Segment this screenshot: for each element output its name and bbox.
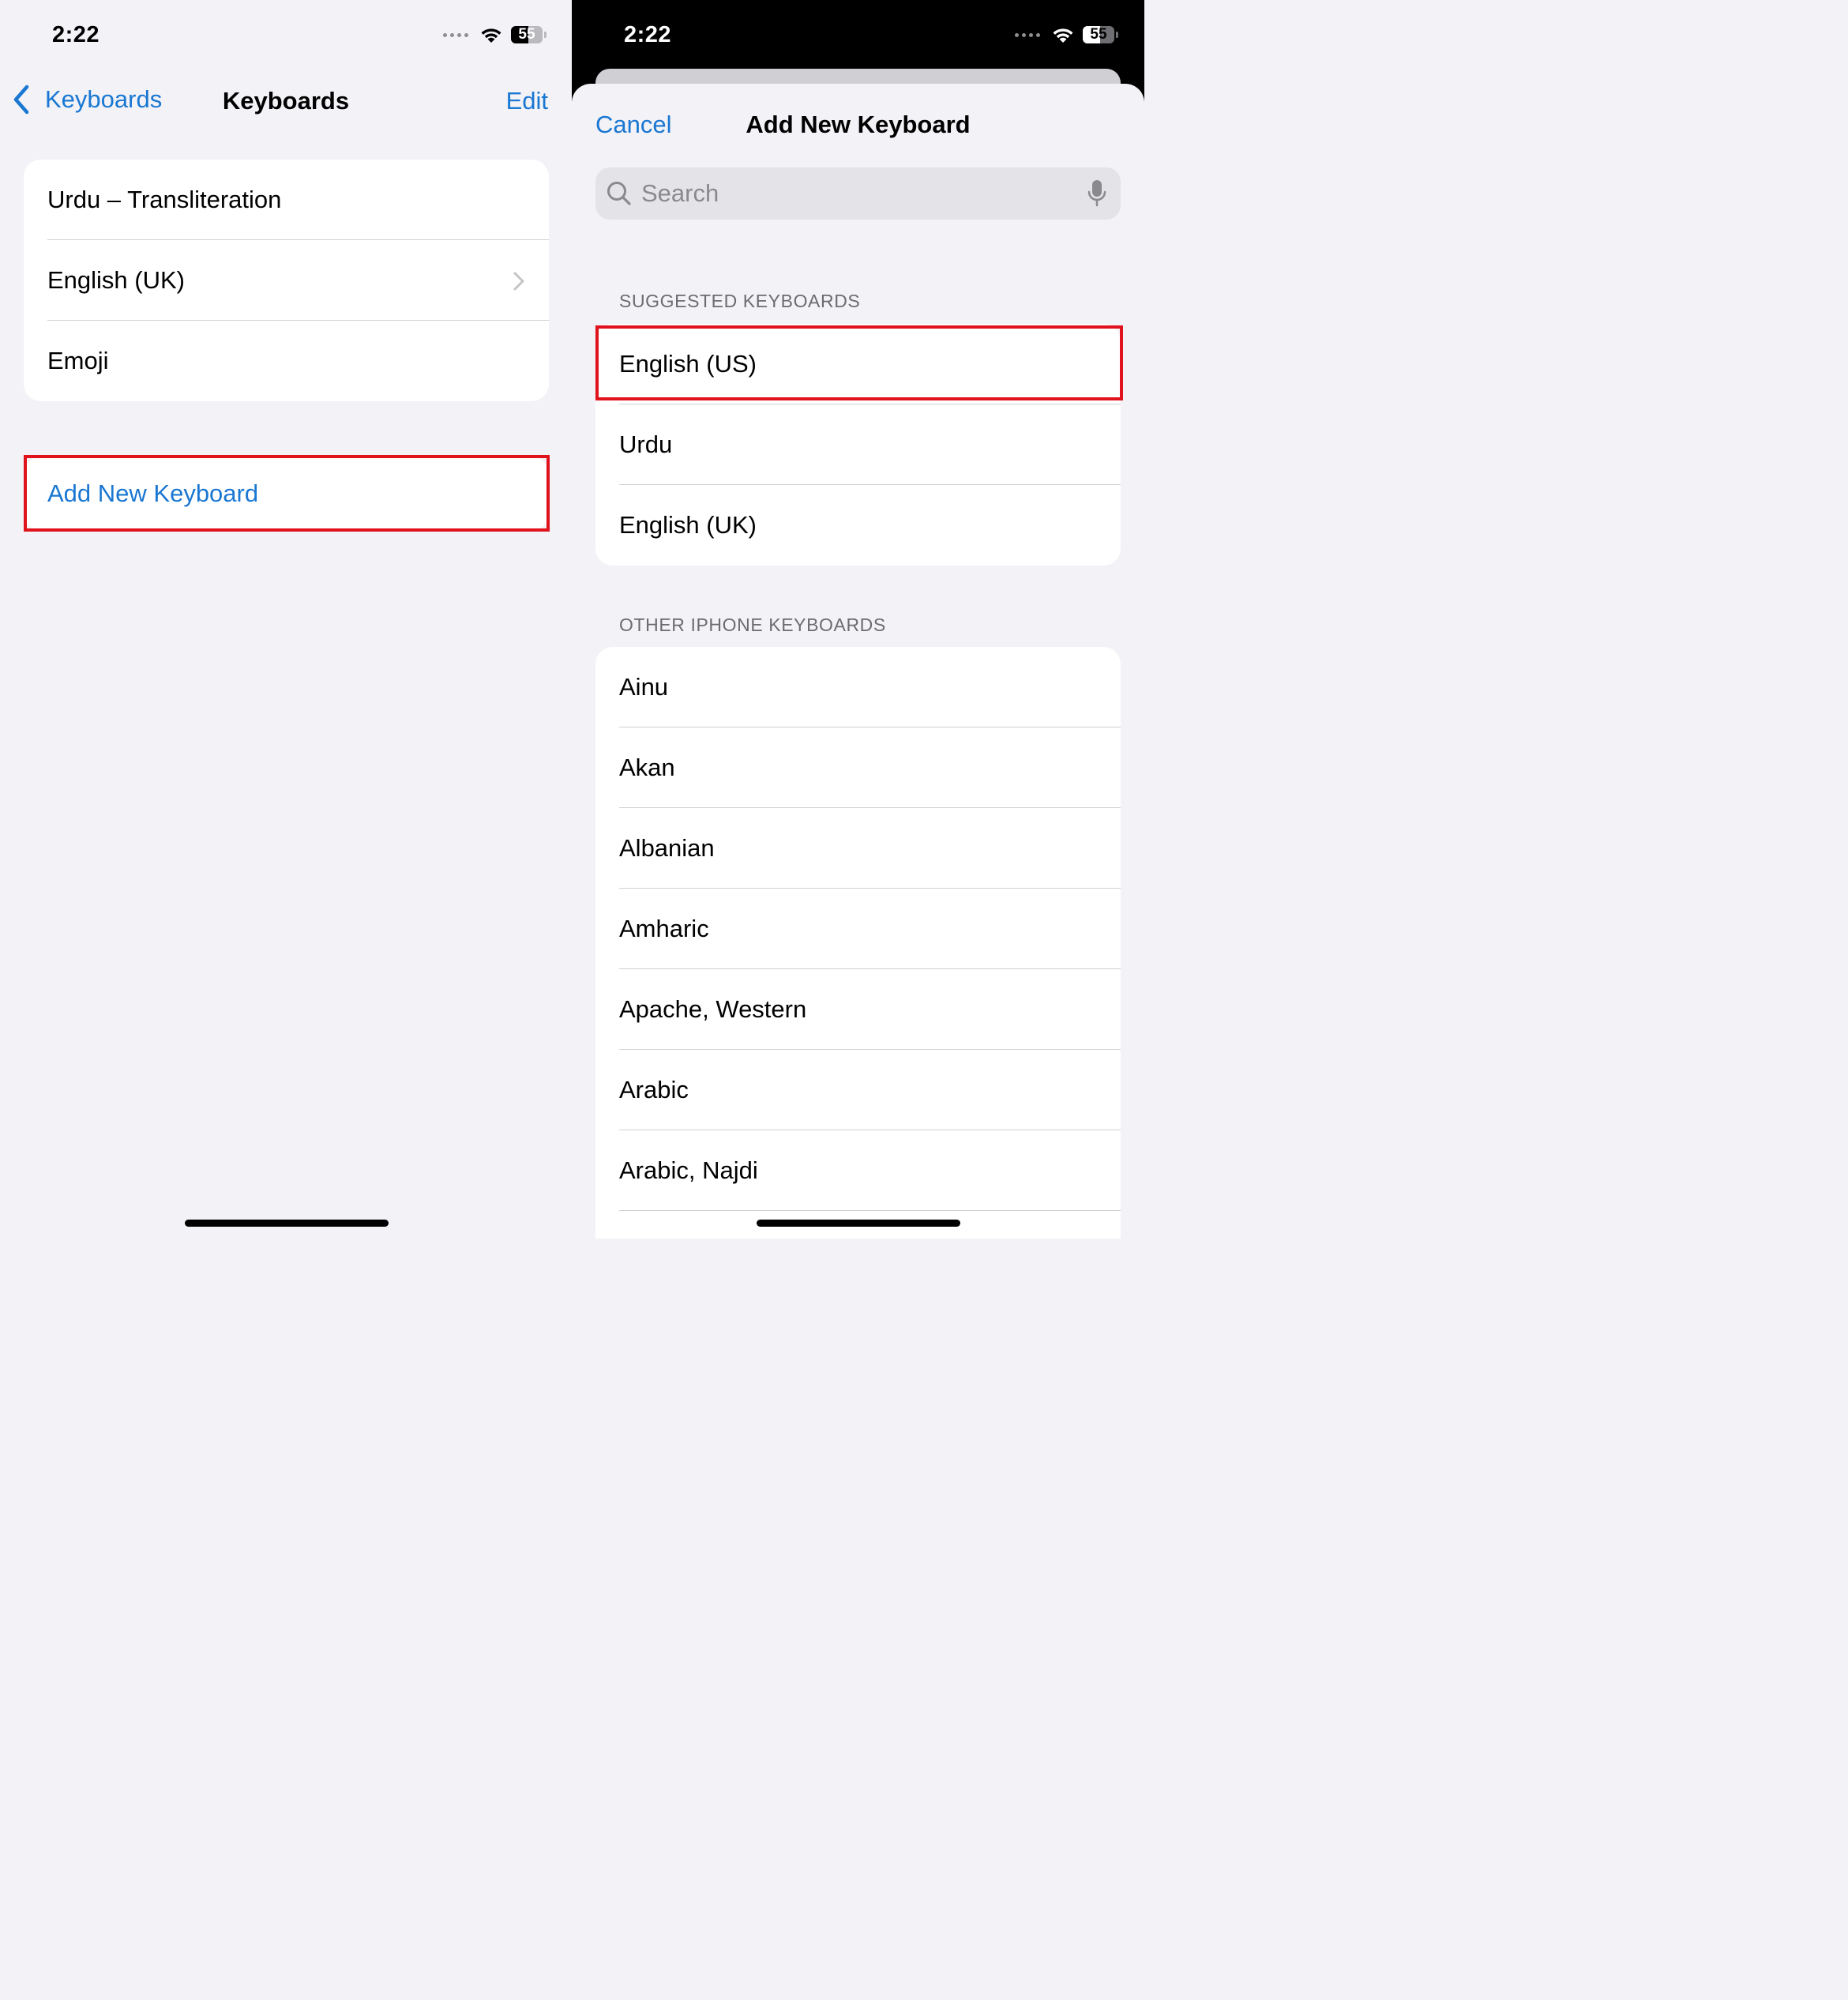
- keyboard-label: Arabic: [619, 1076, 689, 1103]
- list-item[interactable]: Urdu – Transliteration: [24, 160, 549, 240]
- search-icon: [607, 182, 631, 205]
- add-keyboard-sheet: Cancel Add New Keyboard Search SUGGESTED…: [572, 84, 1144, 1239]
- sheet-title: Add New Keyboard: [746, 111, 971, 138]
- battery-icon: 55: [511, 26, 547, 43]
- keyboard-label: Urdu: [619, 430, 673, 458]
- keyboard-label: Urdu – Transliteration: [47, 186, 282, 213]
- chevron-right-icon: [513, 272, 524, 291]
- list-item[interactable]: Amharic: [595, 889, 1121, 969]
- status-time: 2:22: [624, 22, 672, 47]
- add-new-keyboard-label: Add New Keyboard: [47, 479, 259, 507]
- keyboard-label: Ainu: [619, 673, 669, 701]
- keyboard-label: Amharic: [619, 915, 709, 942]
- list-item[interactable]: Urdu: [595, 404, 1121, 485]
- add-keyboard-card: Add New Keyboard: [24, 457, 549, 531]
- other-keyboards-header: OTHER IPHONE KEYBOARDS: [619, 615, 886, 635]
- list-item[interactable]: English (UK): [24, 240, 549, 321]
- left-screen: 2:22 55 Keyboards Keyboards Edit Urdu – …: [0, 0, 572, 1239]
- home-indicator: [185, 1220, 389, 1227]
- keyboard-label: Apache, Western: [619, 995, 807, 1023]
- search-field[interactable]: Search: [595, 167, 1121, 220]
- list-item[interactable]: Ainu: [595, 647, 1121, 727]
- keyboard-label: English (UK): [47, 266, 185, 294]
- list-item[interactable]: Emoji: [24, 321, 549, 401]
- list-item[interactable]: Arabic: [595, 1050, 1121, 1130]
- keyboard-label: English (UK): [619, 511, 757, 539]
- list-item[interactable]: Arabic, Najdi: [595, 1130, 1121, 1211]
- list-item[interactable]: Albanian: [595, 808, 1121, 889]
- list-item[interactable]: Apache, Western: [595, 969, 1121, 1050]
- list-item[interactable]: English (UK): [595, 485, 1121, 566]
- keyboard-label: Emoji: [47, 347, 109, 374]
- keyboards-list: Urdu – Transliteration English (UK) Emoj…: [24, 160, 549, 401]
- search-placeholder: Search: [641, 179, 719, 207]
- suggested-keyboards-header: SUGGESTED KEYBOARDS: [619, 291, 861, 311]
- other-keyboards-list: Ainu Akan Albanian Amharic Apache, Weste…: [595, 647, 1121, 1239]
- microphone-icon[interactable]: [1087, 179, 1106, 208]
- suggested-keyboards-list: English (US) Urdu English (UK): [595, 324, 1121, 566]
- status-icons: 55: [1015, 26, 1118, 43]
- edit-button[interactable]: Edit: [506, 87, 548, 115]
- battery-icon: 55: [1083, 26, 1118, 43]
- wifi-icon: [1053, 28, 1073, 43]
- right-screen: 2:22 55 Cancel Add New Keyboard Search S…: [572, 0, 1144, 1239]
- keyboard-label: English (US): [619, 350, 757, 378]
- keyboard-label: Albanian: [619, 834, 715, 862]
- wifi-icon: [481, 28, 501, 43]
- keyboard-label: Akan: [619, 754, 675, 781]
- status-icons: 55: [443, 26, 547, 43]
- page-title: Keyboards: [222, 87, 350, 115]
- status-time: 2:22: [52, 22, 100, 47]
- cellular-signal-icon: [1015, 32, 1040, 37]
- list-item[interactable]: Akan: [595, 727, 1121, 808]
- home-indicator: [757, 1220, 960, 1227]
- cellular-signal-icon: [443, 32, 468, 37]
- add-new-keyboard-button[interactable]: Add New Keyboard: [24, 457, 549, 531]
- list-item[interactable]: English (US): [595, 324, 1121, 404]
- keyboard-label: Arabic, Najdi: [619, 1156, 758, 1184]
